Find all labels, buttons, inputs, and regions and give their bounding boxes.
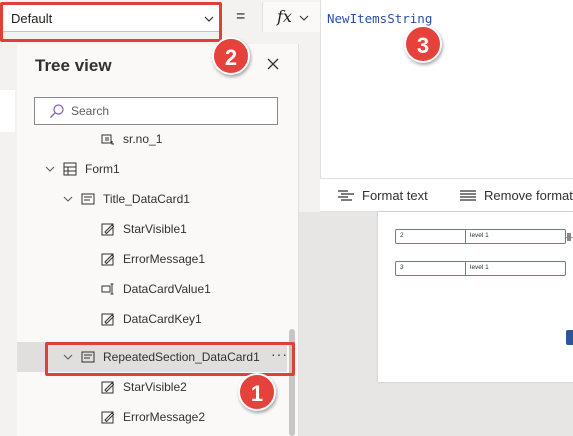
remove-formatting-label: Remove formatting	[484, 188, 573, 203]
tree-item[interactable]: sr.no_1	[17, 124, 287, 154]
remove-formatting-button[interactable]: Remove formatting	[460, 188, 573, 203]
tree-item-label: StarVisible1	[123, 222, 187, 236]
close-icon[interactable]	[264, 55, 282, 73]
chevron-down-icon[interactable]	[63, 194, 73, 204]
tree-search-input[interactable]	[71, 101, 267, 121]
format-text-icon	[338, 190, 354, 201]
tree-item-label: DataCardKey1	[123, 312, 202, 326]
tree-item-label: StarVisible2	[123, 380, 187, 394]
edit-icon	[101, 380, 115, 394]
tree-item-label: ErrorMessage2	[123, 410, 206, 424]
callout-box-property	[0, 2, 222, 42]
slider-marker	[567, 233, 571, 241]
edit-icon	[101, 252, 115, 266]
left-rail	[0, 44, 17, 436]
formula-toolbar: Format text Remove formatting	[320, 178, 573, 212]
fx-icon: fx	[277, 7, 292, 26]
canvas-row-number: 3	[400, 264, 404, 271]
edit-icon	[101, 410, 115, 424]
formula-text[interactable]: NewItemsString	[327, 11, 432, 26]
tree-item-label: Form1	[85, 162, 120, 176]
canvas-row-text: level 1	[470, 232, 489, 239]
tree-item[interactable]: StarVisible1	[17, 214, 287, 244]
tree-item-label: ErrorMessage1	[123, 252, 206, 266]
tree-item-label: DataCardValue1	[123, 282, 211, 296]
label-icon	[101, 132, 115, 146]
tree-item[interactable]: ErrorMessage1	[17, 244, 287, 274]
callout-badge-3: 3	[404, 25, 442, 63]
chevron-down-icon[interactable]	[45, 164, 55, 174]
formula-editor[interactable]: NewItemsString	[320, 0, 573, 178]
format-text-label: Format text	[362, 188, 428, 203]
tree-item-label: sr.no_1	[123, 132, 163, 146]
remove-formatting-icon	[460, 190, 476, 201]
canvas-row[interactable]: 2 level 1	[395, 229, 566, 244]
equals-sign: =	[236, 8, 246, 25]
tree-search-box[interactable]	[34, 97, 278, 125]
search-icon	[50, 104, 64, 118]
canvas-button[interactable]	[566, 330, 573, 345]
form-icon	[63, 162, 77, 176]
datacard-icon	[81, 192, 95, 206]
canvas-row-number-cell	[396, 230, 466, 243]
tree-item[interactable]: Form1	[17, 154, 287, 184]
tree-item[interactable]: Title_DataCard1	[17, 184, 287, 214]
canvas-row-text: level 1	[470, 264, 489, 271]
chevron-down-icon	[299, 15, 309, 21]
edit-icon	[101, 312, 115, 326]
canvas-row[interactable]: 3 level 1	[395, 261, 566, 276]
format-text-button[interactable]: Format text	[338, 188, 428, 203]
canvas-row-number: 2	[400, 232, 404, 239]
tree-item[interactable]: DataCardValue1	[17, 274, 287, 304]
text-input-icon	[101, 282, 115, 296]
tree-item-label: Title_DataCard1	[103, 192, 190, 206]
rail-tile[interactable]	[0, 90, 15, 132]
callout-badge-1: 1	[238, 373, 276, 411]
edit-icon	[101, 222, 115, 236]
canvas-row-number-cell	[396, 262, 466, 275]
fx-button[interactable]: fx	[262, 2, 320, 32]
tree-view-title: Tree view	[35, 56, 112, 75]
tree-item[interactable]: DataCardKey1	[17, 304, 287, 334]
callout-box-tree-item	[45, 342, 295, 376]
callout-badge-2: 2	[212, 37, 250, 75]
